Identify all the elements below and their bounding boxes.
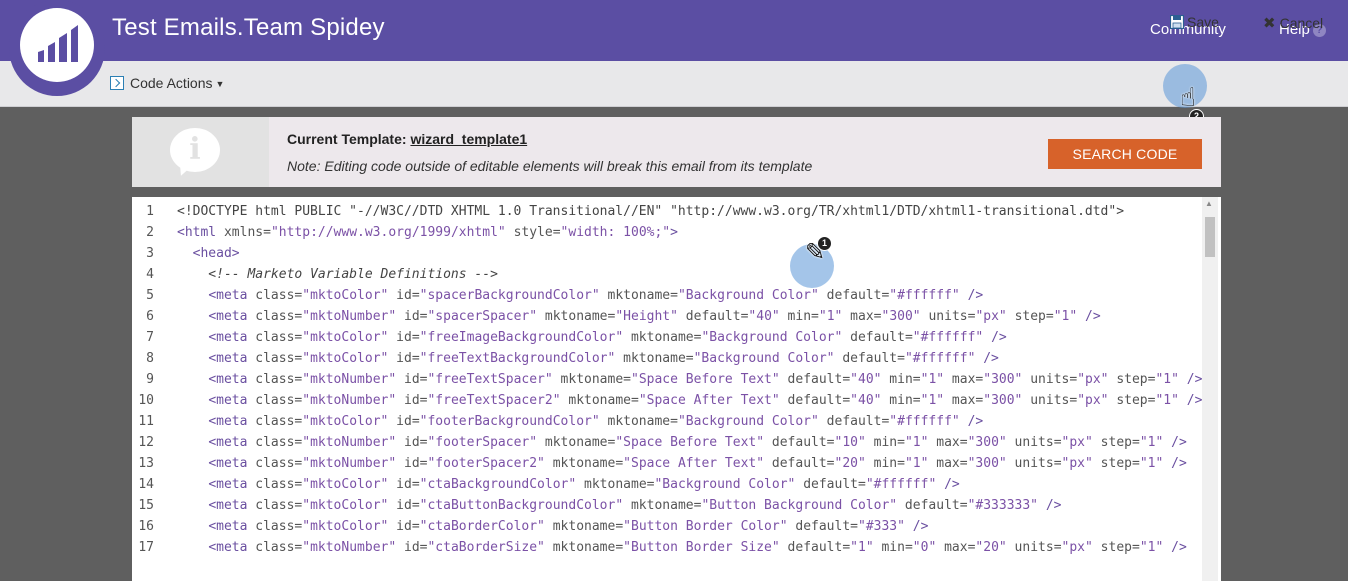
code-line[interactable]: 9 <meta class="mktoNumber" id="freeTextS…: [132, 369, 1202, 390]
code-line[interactable]: 1 <!DOCTYPE html PUBLIC "-//W3C//DTD XHTM…: [132, 201, 1202, 222]
logo-inner: [20, 8, 94, 82]
code-text[interactable]: <meta class="mktoColor" id="ctaButtonBac…: [177, 495, 1202, 516]
code-line[interactable]: 16 <meta class="mktoColor" id="ctaBorder…: [132, 516, 1202, 537]
code-text[interactable]: <!DOCTYPE html PUBLIC "-//W3C//DTD XHTML…: [177, 201, 1202, 222]
code-text[interactable]: <meta class="mktoColor" id="freeTextBack…: [177, 348, 1202, 369]
code-text[interactable]: <head>: [177, 243, 1202, 264]
marketo-logo[interactable]: [9, 0, 105, 96]
code-text[interactable]: <meta class="mktoColor" id="footerBackgr…: [177, 411, 1202, 432]
scrollbar[interactable]: ▲: [1202, 197, 1218, 581]
current-template: Current Template: wizard_template1: [287, 131, 527, 147]
code-text[interactable]: <!-- Marketo Variable Definitions -->: [177, 264, 1202, 285]
line-number: 1: [146, 204, 154, 219]
editor-toolbar: Code Actions ▼: [0, 61, 1348, 107]
code-line[interactable]: 8 <meta class="mktoColor" id="freeTextBa…: [132, 348, 1202, 369]
code-line[interactable]: 14 <meta class="mktoColor" id="ctaBackgr…: [132, 474, 1202, 495]
code-line[interactable]: 15 <meta class="mktoColor" id="ctaButton…: [132, 495, 1202, 516]
code-line[interactable]: 4 <!-- Marketo Variable Definitions -->: [132, 264, 1202, 285]
line-number: 5: [146, 288, 154, 303]
app-header: Test Emails.Team Spidey Community Help?: [0, 0, 1348, 61]
code-text[interactable]: <html xmlns="http://www.w3.org/1999/xhtm…: [177, 222, 1202, 243]
template-info-panel: i Current Template: wizard_template1 Not…: [132, 117, 1221, 187]
line-number: 15: [138, 498, 154, 513]
step-badge-1: 1: [817, 236, 832, 251]
scrollbar-thumb[interactable]: [1205, 217, 1215, 257]
line-number: 10: [138, 393, 154, 408]
code-text[interactable]: <meta class="mktoNumber" id="freeTextSpa…: [177, 390, 1202, 411]
code-text[interactable]: <meta class="mktoNumber" id="freeTextSpa…: [177, 369, 1202, 390]
code-line[interactable]: 12 <meta class="mktoNumber" id="footerSp…: [132, 432, 1202, 453]
line-number: 17: [138, 540, 154, 555]
code-text[interactable]: <meta class="mktoColor" id="ctaBackgroun…: [177, 474, 1202, 495]
code-text[interactable]: <meta class="mktoNumber" id="ctaBorderSi…: [177, 537, 1202, 558]
info-icon-box: i: [132, 117, 269, 187]
line-number: 16: [138, 519, 154, 534]
save-label: Save: [1187, 14, 1219, 30]
code-actions-label: Code Actions: [130, 75, 213, 91]
code-line[interactable]: 6 <meta class="mktoNumber" id="spacerSpa…: [132, 306, 1202, 327]
code-actions-icon: [110, 76, 124, 90]
template-label: Current Template:: [287, 131, 407, 147]
line-number: 3: [146, 246, 154, 261]
code-line[interactable]: 7 <meta class="mktoColor" id="freeImageB…: [132, 327, 1202, 348]
code-text[interactable]: <meta class="mktoNumber" id="spacerSpace…: [177, 306, 1202, 327]
line-number: 9: [146, 372, 154, 387]
line-number: 11: [138, 414, 154, 429]
code-line[interactable]: 10 <meta class="mktoNumber" id="freeText…: [132, 390, 1202, 411]
line-number: 14: [138, 477, 154, 492]
code-line[interactable]: 13 <meta class="mktoNumber" id="footerSp…: [132, 453, 1202, 474]
scroll-up-icon[interactable]: ▲: [1205, 199, 1213, 208]
line-number: 4: [146, 267, 154, 282]
code-line[interactable]: 3 <head>: [132, 243, 1202, 264]
line-number: 2: [146, 225, 154, 240]
code-text[interactable]: <meta class="mktoNumber" id="footerSpace…: [177, 453, 1202, 474]
info-icon: i: [170, 128, 220, 172]
code-text[interactable]: <meta class="mktoNumber" id="footerSpace…: [177, 432, 1202, 453]
code-text[interactable]: <meta class="mktoColor" id="ctaBorderCol…: [177, 516, 1202, 537]
line-number: 7: [146, 330, 154, 345]
code-actions-menu[interactable]: Code Actions ▼: [110, 75, 224, 91]
line-number: 6: [146, 309, 154, 324]
template-link[interactable]: wizard_template1: [410, 131, 527, 147]
code-line[interactable]: 5 <meta class="mktoColor" id="spacerBack…: [132, 285, 1202, 306]
bar-chart-logo-icon: [38, 25, 78, 62]
code-text[interactable]: <meta class="mktoColor" id="freeImageBac…: [177, 327, 1202, 348]
code-editor[interactable]: 1 <!DOCTYPE html PUBLIC "-//W3C//DTD XHTM…: [132, 197, 1221, 581]
code-line[interactable]: 2 <html xmlns="http://www.w3.org/1999/xht…: [132, 222, 1202, 243]
code-line[interactable]: 17 <meta class="mktoNumber" id="ctaBorde…: [132, 537, 1202, 558]
floppy-disk-icon: [1169, 14, 1185, 30]
line-number: 12: [138, 435, 154, 450]
page-title: Test Emails.Team Spidey: [112, 14, 385, 41]
template-note: Note: Editing code outside of editable e…: [287, 158, 813, 174]
close-icon: ✖: [1263, 15, 1276, 32]
code-text[interactable]: <meta class="mktoColor" id="spacerBackgr…: [177, 285, 1202, 306]
chevron-down-icon: ▼: [215, 79, 225, 89]
code-line[interactable]: 11 <meta class="mktoColor" id="footerBac…: [132, 411, 1202, 432]
save-button[interactable]: Save: [1169, 14, 1219, 30]
line-number: 8: [146, 351, 154, 366]
line-number: 13: [138, 456, 154, 471]
search-code-button[interactable]: SEARCH CODE: [1048, 139, 1202, 169]
cancel-button[interactable]: ✖ Cancel: [1263, 14, 1323, 32]
cancel-label: Cancel: [1279, 15, 1324, 31]
